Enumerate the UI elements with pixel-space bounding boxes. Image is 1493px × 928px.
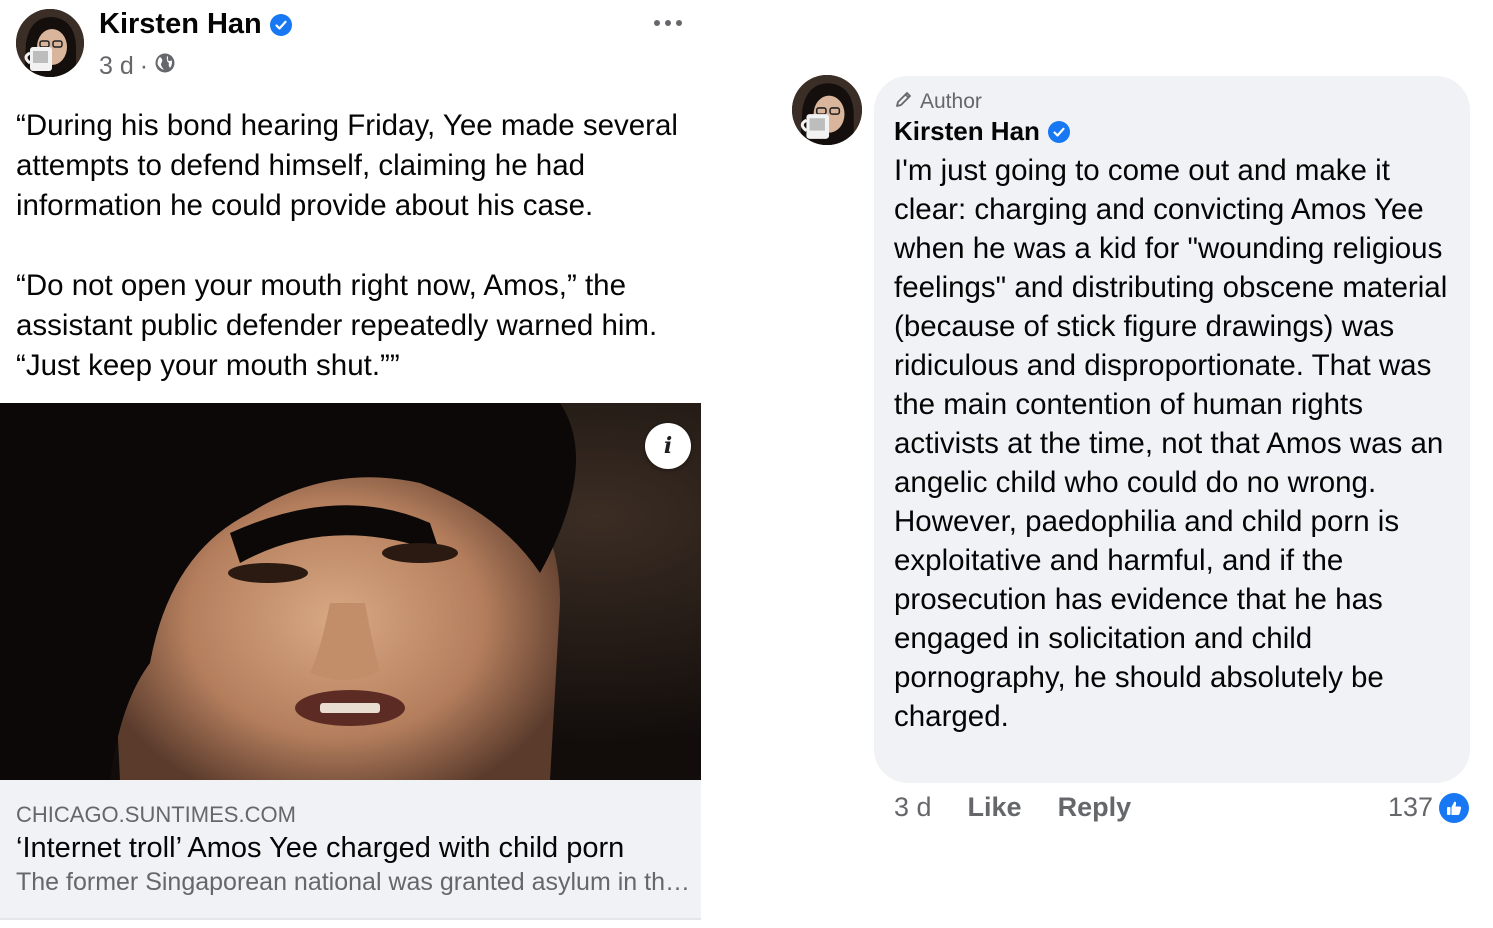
comment-author[interactable]: Kirsten Han bbox=[894, 116, 1070, 147]
link-description: The former Singaporean national was gran… bbox=[16, 868, 696, 896]
comment-timestamp[interactable]: 3 d bbox=[894, 792, 932, 823]
thumbs-up-icon bbox=[1439, 792, 1470, 823]
more-options-button[interactable] bbox=[648, 8, 688, 38]
post-author[interactable]: Kirsten Han bbox=[99, 8, 292, 41]
reply-button[interactable]: Reply bbox=[1058, 792, 1132, 823]
avatar[interactable] bbox=[16, 9, 84, 77]
globe-icon bbox=[154, 52, 176, 81]
meta-separator: · bbox=[139, 52, 149, 80]
verified-badge-icon bbox=[1047, 120, 1070, 143]
info-icon[interactable]: i bbox=[645, 423, 691, 469]
comment-avatar[interactable] bbox=[792, 75, 862, 145]
post-meta: 3 d · bbox=[99, 52, 176, 81]
dot-icon bbox=[665, 20, 671, 26]
profile-photo bbox=[792, 75, 862, 145]
comment-actions: 3 d Like Reply bbox=[894, 792, 1131, 823]
reaction-summary[interactable]: 137 bbox=[1388, 792, 1470, 823]
link-domain: CHICAGO.SUNTIMES.COM bbox=[16, 802, 296, 827]
dot-icon bbox=[654, 20, 660, 26]
like-button[interactable]: Like bbox=[968, 792, 1022, 823]
pencil-icon bbox=[894, 89, 914, 115]
news-photo bbox=[0, 403, 701, 780]
comment-bubble: Author Kirsten Han I'm just going to com… bbox=[874, 76, 1470, 783]
post-timestamp[interactable]: 3 d bbox=[99, 52, 134, 81]
link-preview-image[interactable] bbox=[0, 403, 701, 780]
reaction-count: 137 bbox=[1388, 792, 1434, 822]
post-text: “During his bond hearing Friday, Yee mad… bbox=[16, 109, 678, 382]
facebook-post: Kirsten Han 3 d · “During his bond heari… bbox=[0, 0, 702, 928]
author-badge-label: Author bbox=[920, 90, 982, 113]
profile-photo bbox=[16, 9, 84, 77]
link-title[interactable]: ‘Internet troll’ Amos Yee charged with c… bbox=[16, 832, 624, 865]
dot-icon bbox=[676, 20, 682, 26]
comment-text: I'm just going to come out and make it c… bbox=[894, 154, 1448, 733]
author-name[interactable]: Kirsten Han bbox=[894, 116, 1040, 147]
author-name[interactable]: Kirsten Han bbox=[99, 8, 262, 41]
link-preview-card[interactable]: CHICAGO.SUNTIMES.COM ‘Internet troll’ Am… bbox=[0, 780, 701, 920]
author-badge: Author bbox=[894, 89, 982, 115]
verified-badge-icon bbox=[269, 13, 292, 36]
